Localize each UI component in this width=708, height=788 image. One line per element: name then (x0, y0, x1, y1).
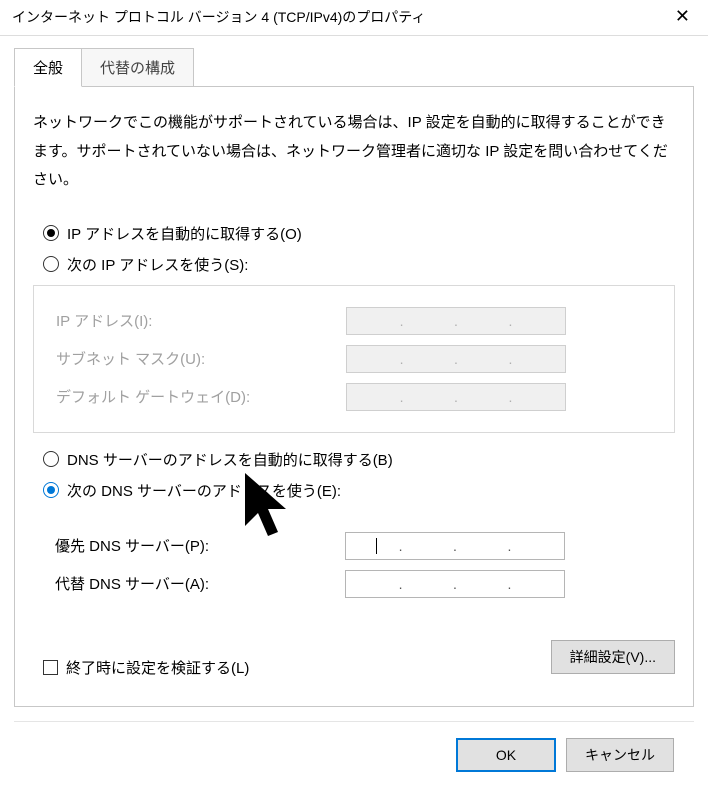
field-alternate-dns: 代替 DNS サーバー(A): . . . (55, 569, 663, 599)
ip-address-label: IP アドレス(I): (56, 310, 346, 331)
ip-seg[interactable] (404, 537, 451, 555)
preferred-dns-input[interactable]: . . . (345, 532, 565, 560)
validate-label: 終了時に設定を検証する(L) (66, 657, 249, 678)
alternate-dns-input[interactable]: . . . (345, 570, 565, 598)
ip-seg (514, 388, 561, 406)
radio-label: DNS サーバーのアドレスを自動的に取得する(B) (67, 449, 393, 470)
ip-seg (514, 312, 561, 330)
radio-icon (43, 225, 59, 241)
ip-seg[interactable] (459, 537, 506, 555)
radio-icon (43, 451, 59, 467)
alternate-dns-label: 代替 DNS サーバー(A): (55, 573, 345, 594)
dialog-footer: OK キャンセル (14, 721, 694, 788)
ip-seg (405, 312, 452, 330)
subnet-label: サブネット マスク(U): (56, 348, 346, 369)
field-ip-address: IP アドレス(I): . . . (56, 306, 662, 336)
titlebar: インターネット プロトコル バージョン 4 (TCP/IPv4)のプロパティ ✕ (0, 0, 708, 36)
checkbox-icon (43, 660, 58, 675)
ip-seg (351, 388, 398, 406)
ip-seg[interactable] (350, 575, 397, 593)
ip-seg[interactable] (513, 537, 560, 555)
ok-button[interactable]: OK (456, 738, 556, 772)
radio-dns-manual[interactable]: 次の DNS サーバーのアドレスを使う(E): (43, 480, 675, 501)
radio-label: 次の DNS サーバーのアドレスを使う(E): (67, 480, 341, 501)
ip-seg (460, 388, 507, 406)
text-caret (376, 538, 377, 554)
radio-icon (43, 256, 59, 272)
cancel-button[interactable]: キャンセル (566, 738, 674, 772)
tab-alternate[interactable]: 代替の構成 (81, 48, 194, 86)
ip-seg (405, 350, 452, 368)
ip-seg (460, 312, 507, 330)
ip-seg (405, 388, 452, 406)
subnet-input: . . . (346, 345, 566, 373)
radio-label: 次の IP アドレスを使う(S): (67, 254, 248, 275)
preferred-dns-label: 優先 DNS サーバー(P): (55, 535, 345, 556)
validate-checkbox-row[interactable]: 終了時に設定を検証する(L) (43, 657, 249, 678)
radio-icon (43, 482, 59, 498)
ip-seg[interactable] (459, 575, 506, 593)
field-gateway: デフォルト ゲートウェイ(D): . . . (56, 382, 662, 412)
description-text: ネットワークでこの機能がサポートされている場合は、IP 設定を自動的に取得するこ… (33, 109, 675, 195)
advanced-button[interactable]: 詳細設定(V)... (551, 640, 675, 674)
radio-label: IP アドレスを自動的に取得する(O) (67, 223, 302, 244)
gateway-label: デフォルト ゲートウェイ(D): (56, 386, 346, 407)
dialog-content: 全般 代替の構成 ネットワークでこの機能がサポートされている場合は、IP 設定を… (0, 36, 708, 788)
ip-seg[interactable] (350, 537, 397, 555)
radio-dns-auto[interactable]: DNS サーバーのアドレスを自動的に取得する(B) (43, 449, 675, 470)
tabs: 全般 代替の構成 (14, 48, 694, 87)
ip-seg (351, 350, 398, 368)
tab-general[interactable]: 全般 (14, 48, 82, 87)
ip-address-input: . . . (346, 307, 566, 335)
gateway-input: . . . (346, 383, 566, 411)
ip-group: IP アドレス(I): . . . サブネット マスク(U): . . . (33, 285, 675, 433)
dns-group: 優先 DNS サーバー(P): . . . 代替 DNS サーバー(A): . … (33, 511, 675, 619)
radio-ip-manual[interactable]: 次の IP アドレスを使う(S): (43, 254, 675, 275)
ip-seg (351, 312, 398, 330)
radio-ip-auto[interactable]: IP アドレスを自動的に取得する(O) (43, 223, 675, 244)
ip-seg (514, 350, 561, 368)
ip-seg[interactable] (513, 575, 560, 593)
window-title: インターネット プロトコル バージョン 4 (TCP/IPv4)のプロパティ (12, 7, 425, 27)
ip-seg (460, 350, 507, 368)
bottom-row: 終了時に設定を検証する(L) 詳細設定(V)... (33, 637, 675, 678)
field-preferred-dns: 優先 DNS サーバー(P): . . . (55, 531, 663, 561)
field-subnet: サブネット マスク(U): . . . (56, 344, 662, 374)
tabpanel-general: ネットワークでこの機能がサポートされている場合は、IP 設定を自動的に取得するこ… (14, 87, 694, 707)
ip-seg[interactable] (404, 575, 451, 593)
close-icon[interactable]: ✕ (667, 6, 698, 27)
